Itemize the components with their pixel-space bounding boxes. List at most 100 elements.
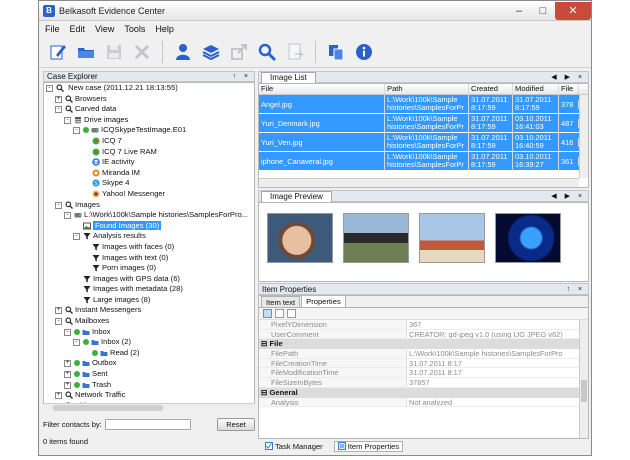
tree-item[interactable]: + Instant Messengers bbox=[44, 305, 254, 316]
tree-collapse-icon[interactable]: - bbox=[55, 106, 62, 114]
tree-collapse-icon[interactable]: - bbox=[64, 328, 71, 336]
search-button[interactable] bbox=[256, 40, 278, 64]
tree-item[interactable]: + Trash bbox=[44, 380, 254, 391]
tree-item[interactable]: Images with text (0) bbox=[44, 253, 254, 264]
tree-collapse-icon[interactable]: - bbox=[64, 212, 71, 220]
tree-item[interactable]: IE activity bbox=[44, 157, 254, 168]
thumbnail-image[interactable] bbox=[495, 213, 561, 263]
tree-item[interactable]: + Browsers bbox=[44, 94, 254, 105]
menu-view[interactable]: View bbox=[95, 24, 114, 34]
col-file-size[interactable]: File bbox=[559, 84, 579, 94]
tree-item[interactable]: Images with GPS data (6) bbox=[44, 274, 254, 285]
property-row[interactable]: FileModificationTime 31.07.2011 8:17 bbox=[259, 368, 588, 378]
property-pages-icon[interactable] bbox=[287, 309, 296, 318]
new-case-button[interactable] bbox=[47, 40, 69, 64]
menu-edit[interactable]: Edit bbox=[70, 24, 86, 34]
reset-button[interactable]: Reset bbox=[217, 417, 255, 431]
menu-file[interactable]: File bbox=[45, 24, 60, 34]
table-row[interactable]: Yuri_Denmark.jpg L:\Work\100k\Sample histo… bbox=[259, 113, 588, 133]
info-button[interactable] bbox=[353, 40, 375, 64]
pane-pin-close-icons[interactable]: ↑ × bbox=[232, 73, 251, 80]
tree-item[interactable]: Large images (8) bbox=[44, 295, 254, 306]
property-row[interactable]: Analysis Not analyzed bbox=[259, 397, 588, 408]
categorized-view-icon[interactable] bbox=[263, 309, 272, 318]
property-row[interactable]: FileCreationTime 31.07.2011 8:17 bbox=[259, 358, 588, 369]
table-row[interactable]: iphone_Canaveral.jpg L:\Work\100k\Sample h… bbox=[259, 151, 588, 171]
tree-expand-icon[interactable]: + bbox=[55, 307, 62, 315]
minimize-button[interactable]: – bbox=[507, 2, 531, 20]
tree-expand-icon[interactable]: + bbox=[55, 392, 62, 400]
tab-nav-icons[interactable]: ◀ ▶ × bbox=[551, 73, 585, 81]
tree-horizontal-scrollbar[interactable] bbox=[43, 403, 255, 412]
property-row[interactable]: UserComment CREATOR: gd-jpeg v1.0 (using … bbox=[259, 329, 588, 340]
pane-pin-close-icons[interactable]: ↑ × bbox=[566, 286, 585, 293]
tab-image-preview[interactable]: Image Preview bbox=[261, 190, 332, 202]
tree-collapse-icon[interactable]: - bbox=[55, 318, 62, 326]
tree-expand-icon[interactable]: + bbox=[64, 381, 71, 389]
col-modified[interactable]: Modified bbox=[513, 84, 559, 94]
tab-item-properties[interactable]: Item Properties bbox=[333, 440, 404, 452]
tab-task-manager[interactable]: Task Manager bbox=[262, 441, 326, 452]
property-row[interactable]: FilePath L:\Work\100k\Sample histories\Sa… bbox=[259, 349, 588, 359]
col-path[interactable]: Path bbox=[385, 84, 469, 94]
property-row[interactable]: FileSizeInBytes 37857 bbox=[259, 377, 588, 388]
tree-collapse-icon[interactable]: - bbox=[64, 116, 71, 124]
thumbnail-image[interactable] bbox=[267, 213, 333, 263]
tree-item[interactable]: - L:\Work\100k\Sample histories\SamplesFo… bbox=[44, 210, 254, 221]
tree-item[interactable]: - Drive images bbox=[44, 115, 254, 126]
menu-tools[interactable]: Tools bbox=[124, 24, 145, 34]
menu-help[interactable]: Help bbox=[155, 24, 174, 34]
sort-alpha-icon[interactable] bbox=[275, 309, 284, 318]
tab-item-text[interactable]: Item text bbox=[261, 296, 301, 307]
tab-nav-icons[interactable]: ◀ ▶ × bbox=[551, 192, 585, 200]
property-row[interactable]: PixelYDimension 367 bbox=[259, 320, 588, 330]
tree-collapse-icon[interactable]: - bbox=[73, 233, 80, 241]
tree-collapse-icon[interactable]: - bbox=[73, 339, 80, 347]
tab-properties[interactable]: Properties bbox=[301, 296, 346, 307]
properties-vertical-scrollbar[interactable] bbox=[579, 320, 588, 438]
tree-item[interactable]: Yahoo! Messenger bbox=[44, 189, 254, 200]
report-button[interactable] bbox=[284, 40, 306, 64]
export-button[interactable] bbox=[228, 40, 250, 64]
tree-item[interactable]: S Skype 4 bbox=[44, 178, 254, 189]
tree-item[interactable]: + Network Traffic bbox=[44, 390, 254, 401]
tree-item[interactable]: Miranda IM bbox=[44, 168, 254, 179]
property-category[interactable]: ⊟ File bbox=[259, 339, 588, 350]
tab-image-list[interactable]: Image List bbox=[261, 71, 316, 83]
copy-button[interactable] bbox=[325, 40, 347, 64]
thumbnail-image[interactable] bbox=[419, 213, 485, 263]
tree-item[interactable]: - Mailboxes bbox=[44, 316, 254, 327]
col-created[interactable]: Created bbox=[469, 84, 513, 94]
tree-expand-icon[interactable]: + bbox=[64, 360, 71, 368]
tree-item[interactable]: Porn images (0) bbox=[44, 263, 254, 274]
tree-item[interactable]: - Images bbox=[44, 200, 254, 211]
tree-item[interactable]: - Carved data bbox=[44, 104, 254, 115]
close-button[interactable]: ✕ bbox=[555, 1, 591, 20]
tree-root[interactable]: - New case (2011.12.21 18:13:55) bbox=[44, 83, 254, 94]
tree-item[interactable]: Images with faces (0) bbox=[44, 242, 254, 253]
case-tree[interactable]: - New case (2011.12.21 18:13:55) + Browse… bbox=[43, 82, 255, 412]
tree-item[interactable]: - Inbox bbox=[44, 327, 254, 338]
table-row[interactable]: Angel.jpg L:\Work\100k\Sample histories\Sa… bbox=[259, 94, 588, 114]
thumbnail-image[interactable] bbox=[343, 213, 409, 263]
table-row[interactable]: Yuri_Ven.jpg L:\Work\100k\Sample histories… bbox=[259, 132, 588, 152]
col-file[interactable]: File bbox=[259, 84, 385, 94]
tree-item[interactable]: - ICQSkypeTestImage.E01 bbox=[44, 125, 254, 136]
tree-item[interactable]: ICQ 7 bbox=[44, 136, 254, 147]
tree-item[interactable]: - Analysis results bbox=[44, 231, 254, 242]
tree-expand-icon[interactable]: + bbox=[55, 95, 62, 103]
grid-horizontal-scrollbar[interactable] bbox=[259, 178, 579, 187]
maximize-button[interactable]: □ bbox=[531, 2, 555, 20]
open-case-button[interactable] bbox=[75, 40, 97, 64]
tree-item[interactable]: Found Images (30) bbox=[44, 220, 254, 232]
layers-button[interactable] bbox=[200, 40, 222, 64]
property-category[interactable]: ⊟ General bbox=[259, 387, 588, 398]
save-button[interactable] bbox=[103, 40, 125, 64]
tree-collapse-icon[interactable]: - bbox=[55, 201, 62, 209]
tree-item[interactable]: - Inbox (2) bbox=[44, 337, 254, 348]
tree-item[interactable]: Read (2) bbox=[44, 348, 254, 359]
filter-input[interactable] bbox=[104, 418, 191, 430]
add-data-source-button[interactable] bbox=[172, 40, 194, 64]
tree-item[interactable]: + Outbox bbox=[44, 358, 254, 369]
tree-item[interactable]: Images with metadata (28) bbox=[44, 284, 254, 295]
